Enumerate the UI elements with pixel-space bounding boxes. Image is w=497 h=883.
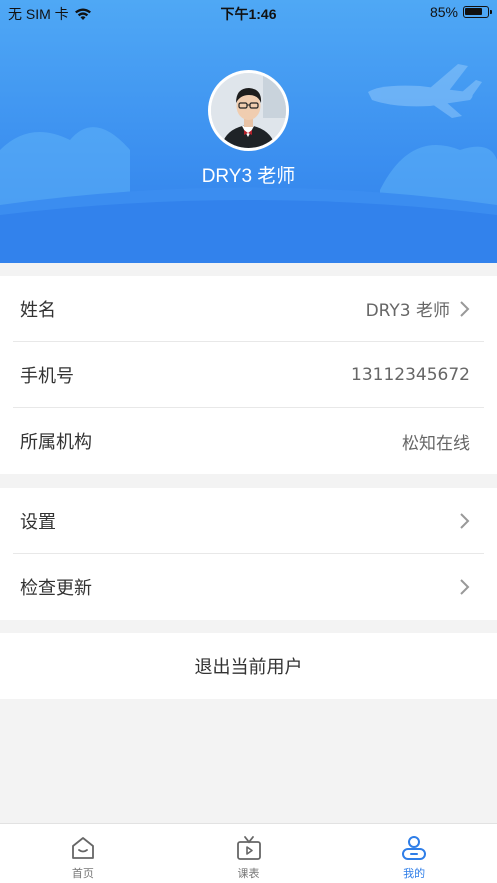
tab-schedule[interactable]: 课表 <box>166 824 332 883</box>
settings-card: 设置 检查更新 <box>0 488 497 620</box>
tab-bar: 首页 课表 我的 <box>0 823 497 883</box>
battery-icon <box>463 6 492 18</box>
profile-header: 无 SIM 卡 下午1:46 85% DRY3 老师 <box>0 0 497 263</box>
airplane-icon <box>368 64 482 118</box>
profile-name: DRY3 老师 <box>201 166 296 187</box>
tv-schedule-icon <box>236 836 261 860</box>
phone-row: 手机号 13112345672 <box>13 342 484 408</box>
profile-info-card: 姓名 DRY3 老师 手机号 13112345672 所属机构 松知在线 <box>0 276 497 474</box>
name-value: DRY3 老师 <box>365 301 450 321</box>
avatar-portrait <box>211 73 286 148</box>
chevron-right-icon <box>460 512 470 529</box>
name-row[interactable]: 姓名 DRY3 老师 <box>13 276 484 342</box>
status-time: 下午1:46 <box>220 6 277 22</box>
organization-row: 所属机构 松知在线 <box>13 408 484 474</box>
tab-mine-label: 我的 <box>403 867 426 880</box>
tab-home[interactable]: 首页 <box>0 824 166 883</box>
tab-schedule-label: 课表 <box>237 867 260 880</box>
logout-button[interactable]: 退出当前用户 <box>0 633 497 699</box>
check-update-row[interactable]: 检查更新 <box>13 554 484 620</box>
phone-value: 13112345672 <box>351 364 470 385</box>
settings-row[interactable]: 设置 <box>13 488 484 554</box>
tab-mine[interactable]: 我的 <box>331 824 497 883</box>
home-icon <box>71 837 94 859</box>
chevron-right-icon <box>460 300 470 317</box>
tab-home-label: 首页 <box>71 867 94 880</box>
settings-label: 设置 <box>20 511 56 533</box>
phone-label: 手机号 <box>20 365 74 387</box>
chevron-right-icon <box>460 579 470 595</box>
battery-percent: 85% <box>429 4 458 20</box>
name-label: 姓名 <box>20 299 56 321</box>
battery-level <box>465 8 482 15</box>
avatar[interactable] <box>208 70 289 151</box>
user-icon <box>402 836 427 860</box>
organization-value: 松知在线 <box>402 433 470 454</box>
check-update-label: 检查更新 <box>20 578 92 599</box>
organization-label: 所属机构 <box>20 432 92 453</box>
status-bar: 无 SIM 卡 下午1:46 85% <box>0 0 497 26</box>
